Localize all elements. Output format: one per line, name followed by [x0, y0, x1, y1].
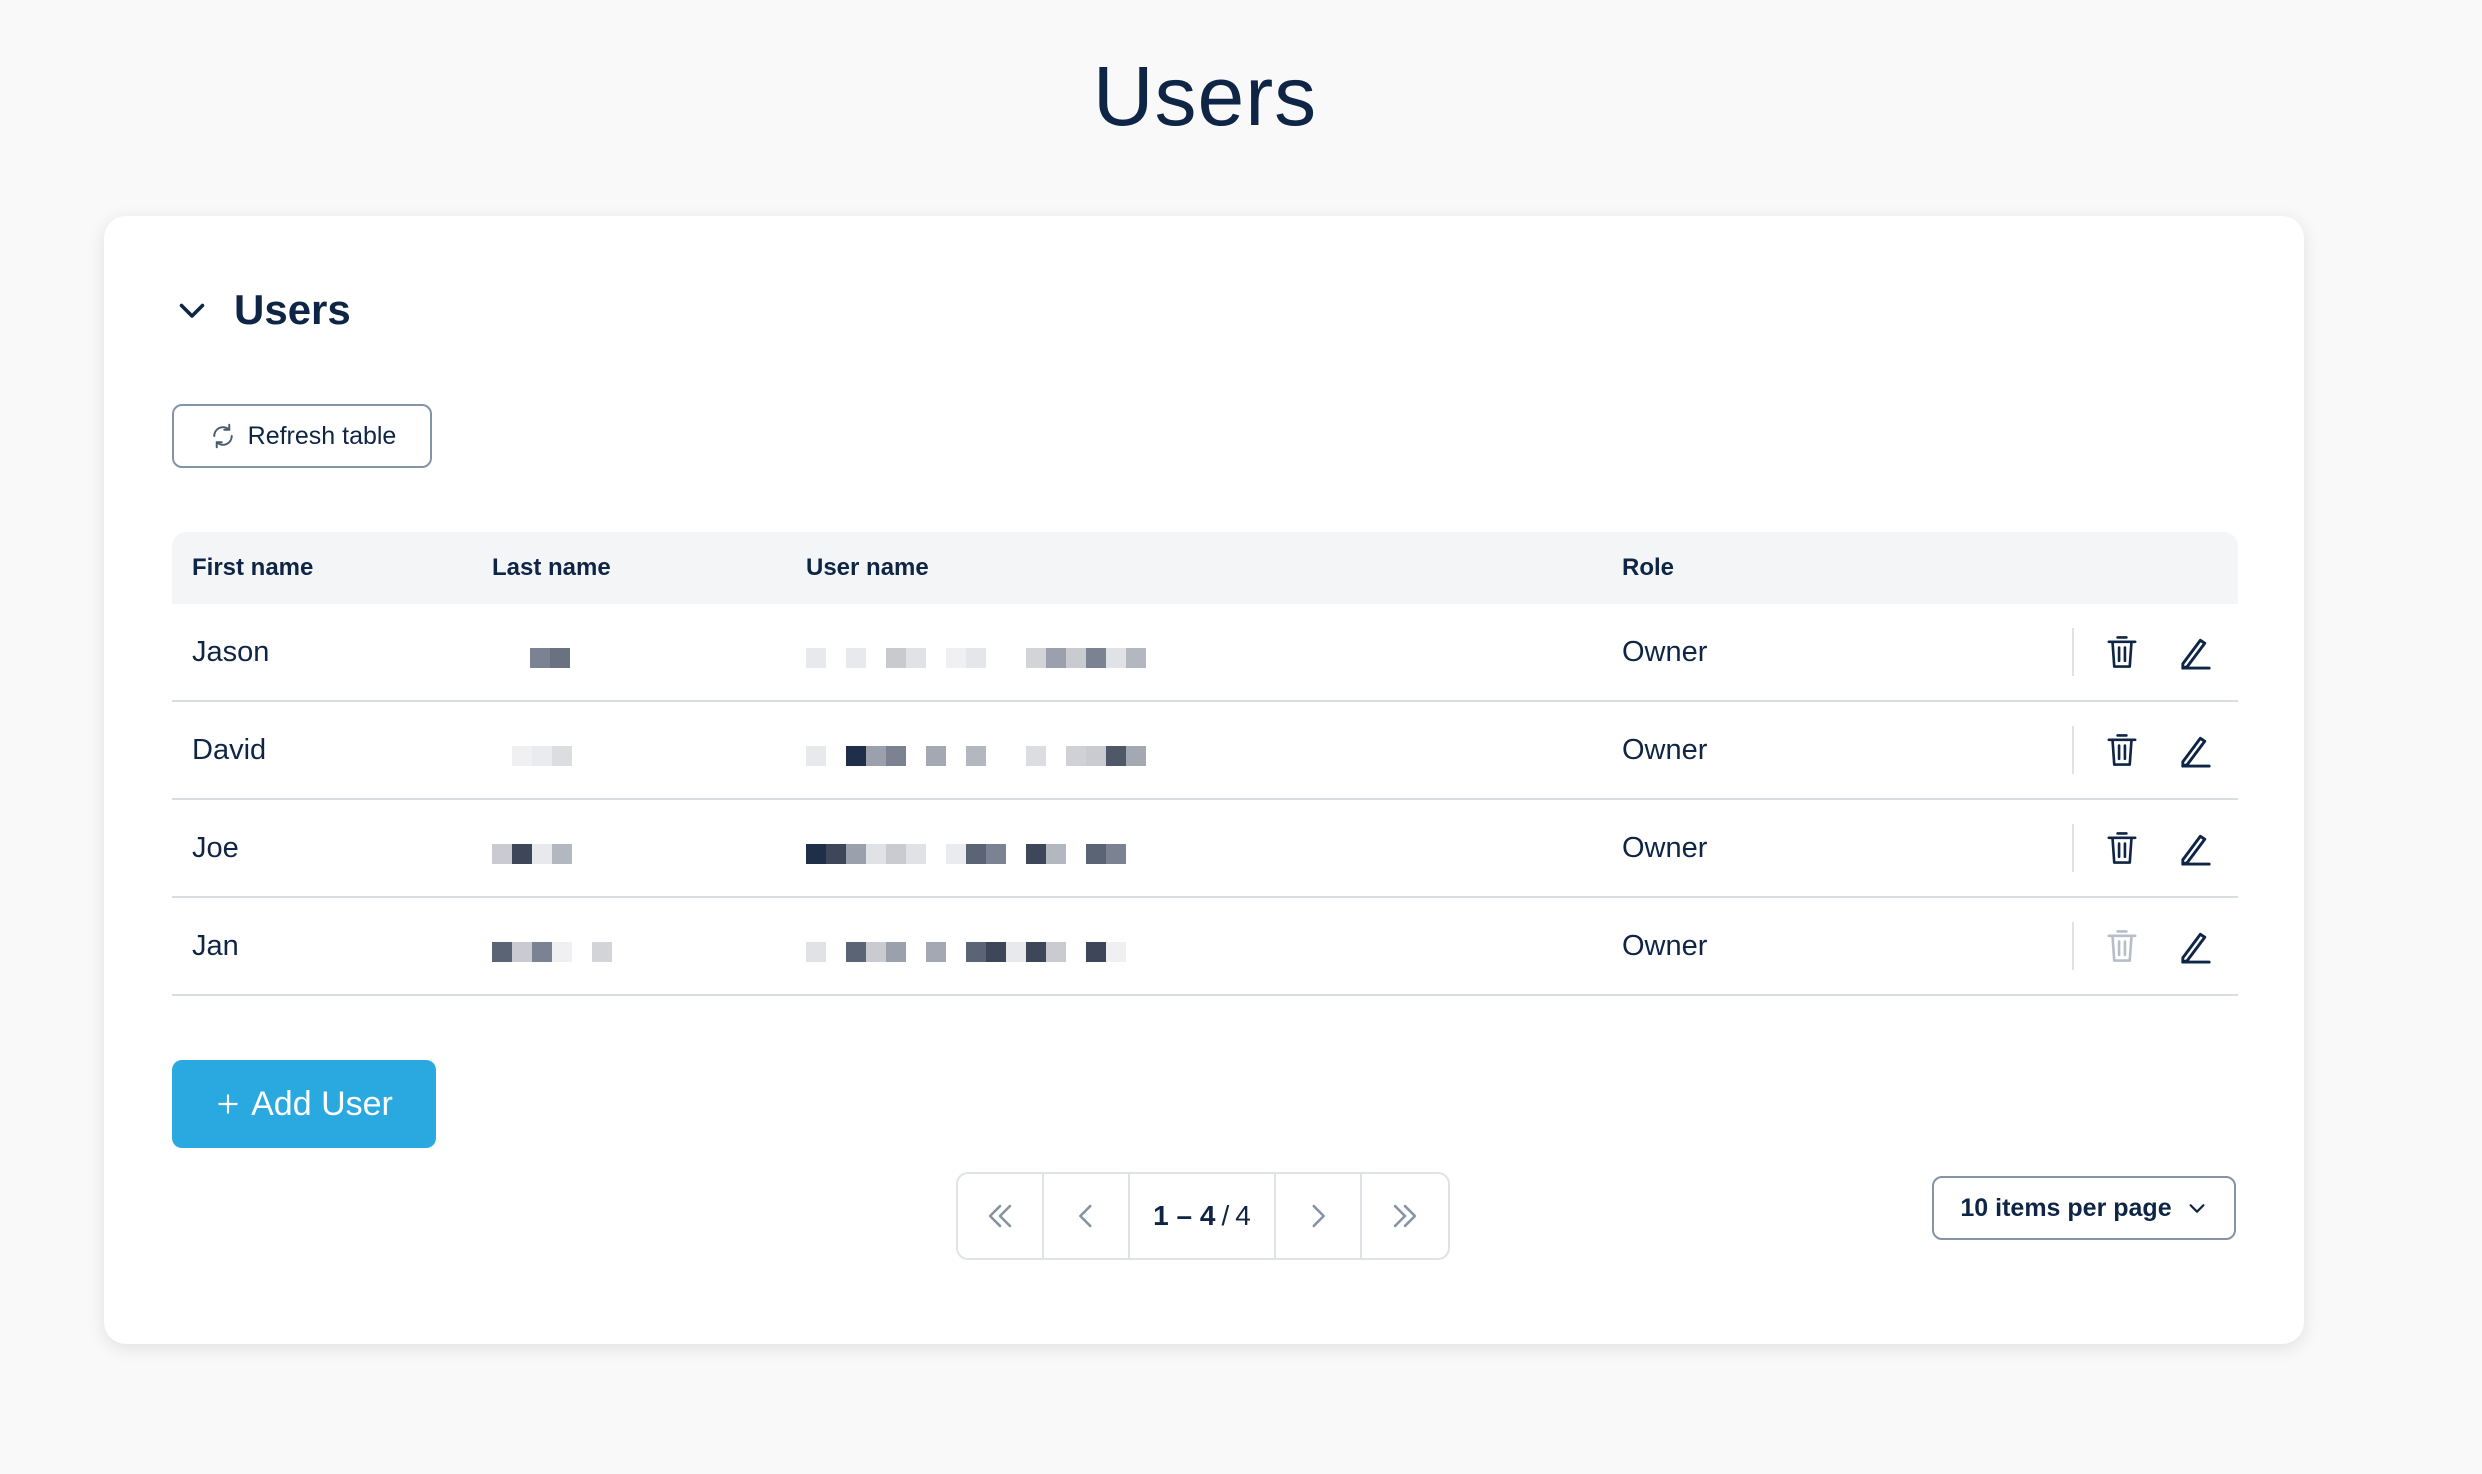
redacted-user-name [806, 726, 1146, 766]
first-name-cell: David [192, 733, 267, 766]
user-name-cell [806, 922, 1622, 970]
page-title: Users [1092, 49, 1318, 143]
refresh-table-label: Refresh table [247, 421, 397, 450]
user-name-cell [806, 824, 1622, 872]
first-page-button[interactable] [958, 1174, 1044, 1258]
role-cell: Owner [1622, 831, 1708, 864]
role-cell: Owner [1622, 635, 1708, 668]
add-user-label: Add User [251, 1084, 393, 1123]
double-chevron-right-icon [1393, 1204, 1417, 1228]
edit-pencil-icon[interactable] [2178, 731, 2214, 769]
section-toggle[interactable]: Users [174, 286, 351, 334]
column-header-last-name[interactable]: Last name [492, 554, 806, 582]
chevron-down-icon [2189, 1204, 2205, 1213]
first-name-cell: Jason [192, 635, 270, 668]
previous-page-button[interactable] [1044, 1174, 1130, 1258]
role-cell: Owner [1622, 929, 1708, 962]
edit-pencil-icon[interactable] [2178, 829, 2214, 867]
redacted-last-name [492, 726, 572, 766]
page-total: 4 [1235, 1200, 1251, 1231]
users-table: First name Last name User name Role Jaso… [172, 532, 2238, 996]
column-header-user-name[interactable]: User name [806, 554, 1622, 582]
table-row: Jan Owner [172, 898, 2238, 996]
last-name-cell [492, 726, 806, 774]
chevron-left-icon [1079, 1204, 1092, 1228]
row-actions [2072, 824, 2238, 872]
last-page-button[interactable] [1362, 1174, 1448, 1258]
redacted-user-name [806, 628, 1146, 668]
page-indicator: 1 – 4 / 4 [1130, 1174, 1276, 1258]
refresh-icon [212, 423, 233, 449]
column-header-first-name[interactable]: First name [172, 554, 492, 582]
row-actions [2072, 922, 2238, 970]
table-row: Joe Owner [172, 800, 2238, 898]
redacted-last-name [492, 628, 570, 668]
page-separator: / [1221, 1200, 1230, 1231]
refresh-table-button[interactable]: Refresh table [172, 404, 432, 468]
last-name-cell [492, 922, 806, 970]
redacted-user-name [806, 922, 1126, 962]
redacted-last-name [492, 922, 612, 962]
trash-icon[interactable] [2104, 829, 2140, 867]
add-user-button[interactable]: Add User [172, 1060, 436, 1148]
items-per-page-label: 10 items per page [1960, 1193, 2172, 1222]
last-name-cell [492, 628, 806, 676]
trash-icon-disabled [2107, 930, 2137, 962]
table-row: Jason Owner [172, 604, 2238, 702]
chevron-right-icon [1312, 1204, 1325, 1228]
redacted-user-name [806, 824, 1126, 864]
section-title: Users [234, 286, 351, 333]
chevron-down-icon [179, 303, 205, 318]
edit-pencil-icon[interactable] [2178, 633, 2214, 671]
table-row: David Owner [172, 702, 2238, 800]
user-name-cell [806, 726, 1622, 774]
edit-pencil-icon[interactable] [2178, 927, 2214, 965]
first-name-cell: Jan [192, 929, 239, 962]
page-range: 1 – 4 [1153, 1200, 1216, 1231]
trash-icon[interactable] [2104, 731, 2140, 769]
users-card: Users Refresh table First name Last name… [104, 216, 2304, 1344]
table-header: First name Last name User name Role [172, 532, 2238, 604]
redacted-last-name [492, 824, 572, 864]
next-page-button[interactable] [1276, 1174, 1362, 1258]
last-name-cell [492, 824, 806, 872]
pagination: 1 – 4 / 4 [956, 1172, 1450, 1260]
user-name-cell [806, 628, 1622, 676]
role-cell: Owner [1622, 733, 1708, 766]
first-name-cell: Joe [192, 831, 239, 864]
double-chevron-left-icon [988, 1204, 1012, 1228]
column-header-role[interactable]: Role [1622, 554, 2042, 582]
row-actions [2072, 726, 2238, 774]
column-header-actions [2042, 532, 2238, 604]
row-actions [2072, 628, 2238, 676]
items-per-page-select[interactable]: 10 items per page [1932, 1176, 2236, 1240]
trash-icon[interactable] [2104, 633, 2140, 671]
plus-icon [218, 1094, 238, 1114]
